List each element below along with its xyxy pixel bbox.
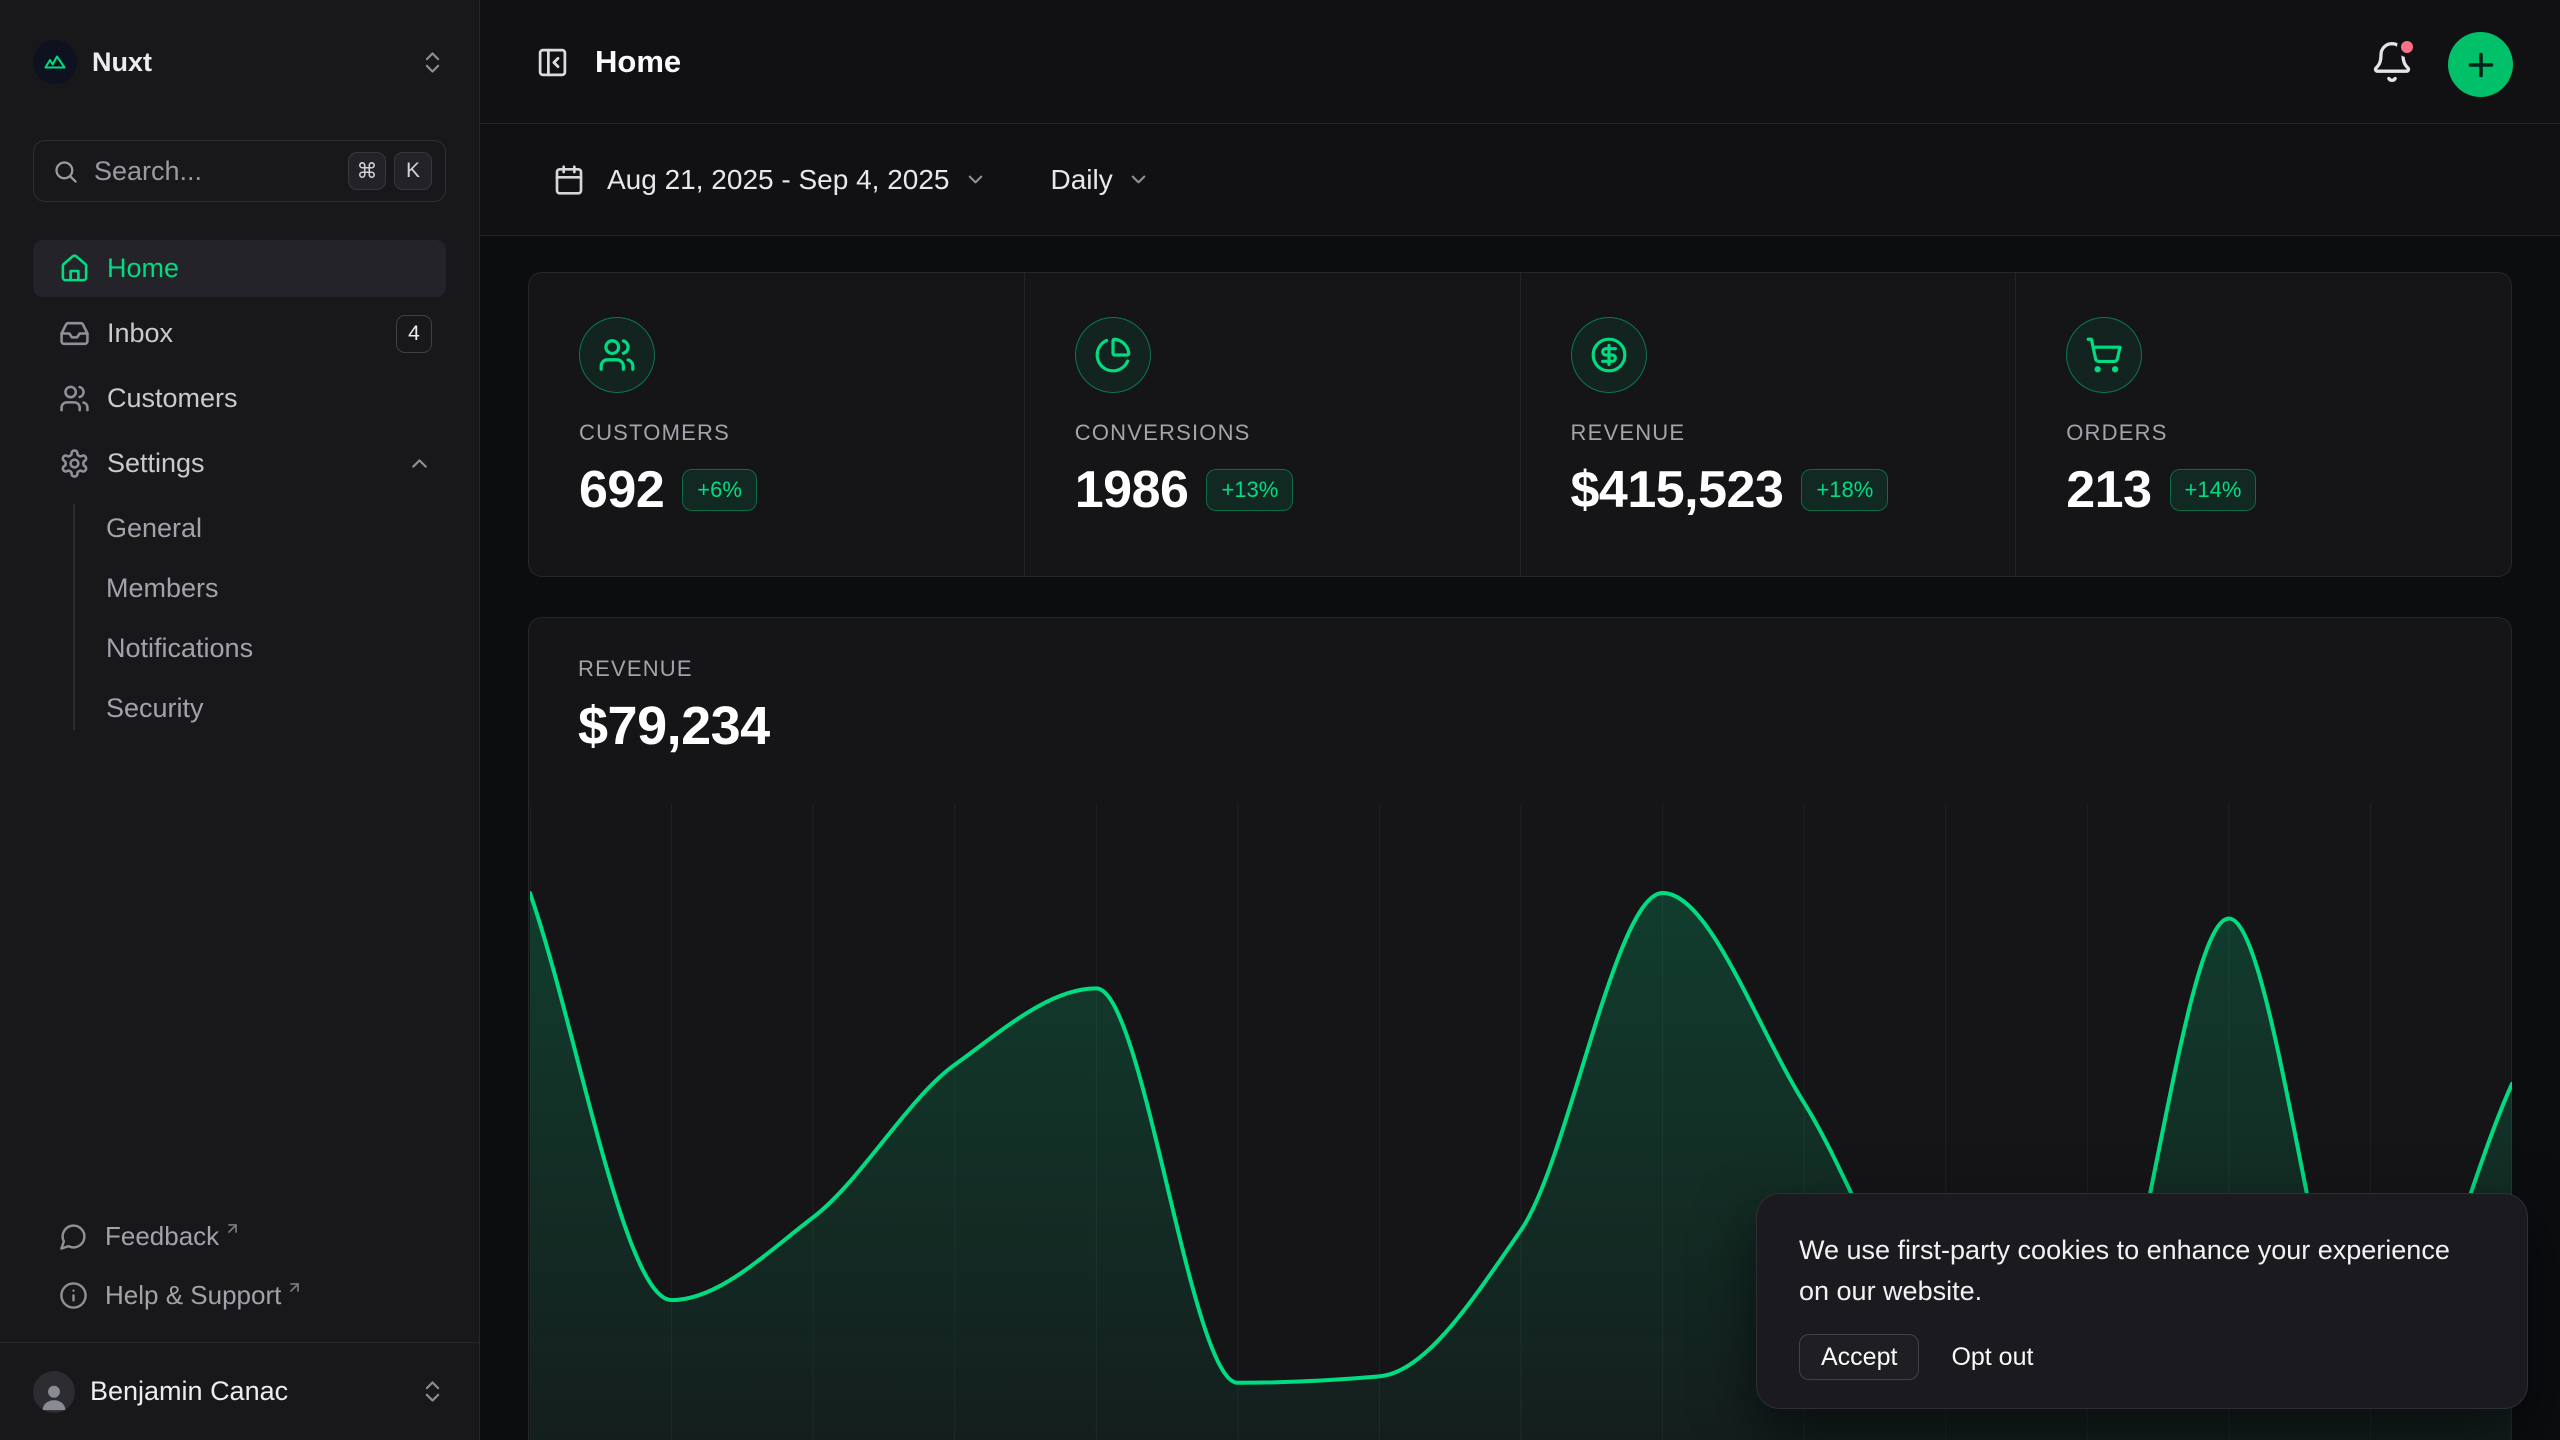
optout-cookies-button[interactable]: Opt out [1951, 1343, 2033, 1372]
sidebar-item-inbox[interactable]: Inbox 4 [33, 305, 446, 362]
search-input[interactable]: Search... ⌘ K [33, 140, 446, 202]
workspace-name: Nuxt [92, 47, 152, 78]
cookie-banner: We use first-party cookies to enhance yo… [1756, 1193, 2528, 1409]
collapse-sidebar-icon[interactable] [536, 46, 569, 79]
cookie-message: We use first-party cookies to enhance yo… [1799, 1230, 2485, 1312]
stats-card: CUSTOMERS 692 +6% CONVERSIONS 1986 +13% … [528, 272, 2512, 577]
sidebar-item-settings[interactable]: Settings [33, 435, 446, 492]
chart-total-value: $79,234 [578, 695, 2511, 757]
sub-item-label: Security [106, 693, 204, 724]
inbox-icon [59, 318, 90, 349]
stat-value: 1986 [1075, 460, 1189, 520]
date-range-label: Aug 21, 2025 - Sep 4, 2025 [607, 164, 950, 196]
sidebar-nav: Home Inbox 4 Customers Settings [33, 240, 446, 492]
stat-conversions[interactable]: CONVERSIONS 1986 +13% [1024, 273, 1520, 576]
sidebar-item-general[interactable]: General [33, 498, 446, 558]
chevrons-up-down-icon [419, 49, 446, 76]
stat-label: REVENUE [1571, 420, 2016, 446]
sidebar-item-security[interactable]: Security [33, 678, 446, 738]
external-link-icon [224, 1220, 241, 1237]
sidebar-item-home[interactable]: Home [33, 240, 446, 297]
notification-dot [2397, 37, 2417, 57]
sub-item-label: General [106, 513, 202, 544]
info-circle-icon [59, 1281, 88, 1310]
granularity-select[interactable]: Daily [1051, 164, 1150, 196]
avatar [33, 1371, 75, 1413]
filters-toolbar: Aug 21, 2025 - Sep 4, 2025 Daily [480, 124, 2560, 236]
home-icon [59, 253, 90, 284]
stat-label: ORDERS [2066, 420, 2511, 446]
gear-icon [59, 448, 90, 479]
pie-chart-icon [1075, 317, 1151, 393]
user-menu[interactable]: Benjamin Canac [0, 1343, 479, 1440]
nuxt-logo-icon [33, 40, 77, 84]
sidebar-item-label: Home [107, 253, 179, 284]
sidebar: Nuxt Search... ⌘ K Home [0, 0, 480, 1440]
sidebar-item-notifications[interactable]: Notifications [33, 618, 446, 678]
sidebar-item-members[interactable]: Members [33, 558, 446, 618]
accept-cookies-button[interactable]: Accept [1799, 1334, 1919, 1380]
notifications-bell-button[interactable] [2370, 40, 2414, 84]
sidebar-item-customers[interactable]: Customers [33, 370, 446, 427]
user-name: Benjamin Canac [90, 1376, 288, 1407]
users-icon [59, 383, 90, 414]
stat-label: CONVERSIONS [1075, 420, 1520, 446]
sub-item-label: Notifications [106, 633, 253, 664]
stat-value: 213 [2066, 460, 2151, 520]
page-title: Home [595, 44, 681, 80]
stat-label: CUSTOMERS [579, 420, 1024, 446]
stat-delta-badge: +13% [1206, 469, 1293, 511]
help-support-link[interactable]: Help & Support [33, 1271, 446, 1320]
chat-bubble-icon [59, 1222, 88, 1251]
kbd-k: K [394, 152, 432, 190]
page-header: Home [480, 0, 2560, 124]
search-kbd-hints: ⌘ K [348, 152, 432, 190]
link-label: Help & Support [105, 1280, 281, 1311]
workspace-switcher[interactable]: Nuxt [33, 34, 446, 90]
users-icon [579, 317, 655, 393]
sidebar-item-label: Customers [107, 383, 238, 414]
add-button[interactable] [2448, 32, 2513, 97]
app-root: Nuxt Search... ⌘ K Home [0, 0, 2560, 1440]
granularity-label: Daily [1051, 164, 1113, 196]
inbox-count-badge: 4 [396, 315, 432, 353]
chevron-up-icon [407, 451, 432, 476]
search-icon [52, 158, 79, 185]
search-placeholder: Search... [94, 156, 202, 187]
stat-delta-badge: +6% [682, 469, 757, 511]
chevron-down-icon [964, 168, 987, 191]
stat-delta-badge: +14% [2170, 469, 2257, 511]
dollar-circle-icon [1571, 317, 1647, 393]
sidebar-spacer [0, 738, 479, 1212]
sidebar-item-label: Settings [107, 448, 205, 479]
calendar-icon [553, 164, 585, 196]
stat-revenue[interactable]: REVENUE $415,523 +18% [1520, 273, 2016, 576]
date-range-picker[interactable]: Aug 21, 2025 - Sep 4, 2025 [553, 164, 987, 196]
stat-value: 692 [579, 460, 664, 520]
stat-customers[interactable]: CUSTOMERS 692 +6% [529, 273, 1024, 576]
subnav-guide-line [73, 504, 75, 730]
chevron-down-icon [1127, 168, 1150, 191]
kbd-meta: ⌘ [348, 152, 386, 190]
sub-item-label: Members [106, 573, 219, 604]
stat-delta-badge: +18% [1801, 469, 1888, 511]
stat-orders[interactable]: ORDERS 213 +14% [2015, 273, 2511, 576]
chart-title: REVENUE [578, 656, 2511, 682]
external-link-icon [286, 1279, 303, 1296]
sidebar-footer-links: Feedback Help & Support [33, 1212, 446, 1320]
feedback-link[interactable]: Feedback [33, 1212, 446, 1261]
shopping-cart-icon [2066, 317, 2142, 393]
stat-value: $415,523 [1571, 460, 1784, 520]
settings-subnav: General Members Notifications Security [33, 498, 446, 738]
chevrons-up-down-icon [419, 1378, 446, 1405]
link-label: Feedback [105, 1221, 219, 1252]
sidebar-item-label: Inbox [107, 318, 173, 349]
